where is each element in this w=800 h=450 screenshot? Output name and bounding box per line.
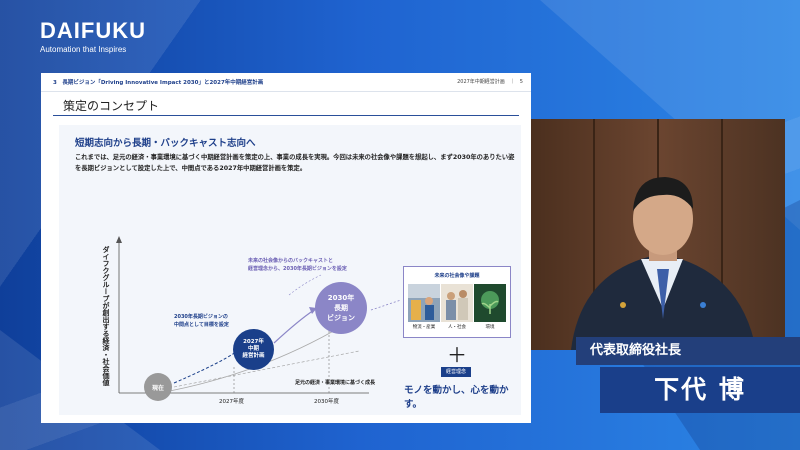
- logistics-photo-icon: [408, 284, 440, 322]
- presentation-slide: 3 長期ビジョン「Driving Innovative Impact 2030」…: [41, 73, 531, 423]
- logo-tagline: Automation that Inspires: [40, 45, 127, 54]
- caption-logistics: 物流・産業: [412, 325, 436, 330]
- note-baseline: 足元の経済・事業環境に基づく成長: [295, 380, 376, 386]
- environment-photo-icon: [474, 284, 506, 322]
- presenter-video: [531, 119, 785, 350]
- caption-environment: 環境: [485, 325, 495, 330]
- slide-title: 策定のコンセプト: [63, 99, 160, 113]
- backcast-arrow: [273, 309, 315, 344]
- future-link-line: [370, 299, 402, 311]
- presenter-name: 下代 博: [600, 367, 800, 413]
- bubble-current: 現在: [144, 373, 172, 401]
- content-panel: 短期志向から長期・バックキャスト志向へ これまでは、足元の経済・事業環境に基づく…: [59, 125, 521, 415]
- y-axis-arrow: [116, 236, 122, 243]
- x-tick-2030: 2030年度: [314, 399, 339, 405]
- slide-header: 3 長期ビジョン「Driving Innovative Impact 2030」…: [41, 73, 531, 92]
- future-society-box: 未来の社会像や課題 物流・産業 人・社会 環境: [403, 266, 511, 338]
- logo-wordmark: DAIFUKU: [40, 18, 146, 43]
- bubble-midterm-plan: 2027年 中期 経営計画: [233, 329, 274, 370]
- note-backcast: 未来の社会像からのバックキャストと 経営理念から、2030年長期ビジョンを設定: [248, 258, 347, 272]
- caption-people: 人・社会: [448, 325, 466, 330]
- philosophy-badge: 経営理念: [441, 367, 471, 377]
- x-tick-2027: 2027年度: [219, 399, 244, 405]
- presenter-role: 代表取締役社長: [576, 337, 800, 365]
- y-axis-label: ダイフクグループが創出する経済・社会価値: [102, 246, 110, 386]
- plus-sign: ＋: [447, 343, 467, 367]
- slide-breadcrumb: 3 長期ビジョン「Driving Innovative Impact 2030」…: [53, 80, 264, 86]
- company-logo: DAIFUKU Automation that Inspires: [40, 18, 146, 54]
- corporate-motto: モノを動かし、心を動かす。: [404, 385, 509, 410]
- presenter-figure: [571, 177, 756, 350]
- title-divider: [53, 115, 519, 116]
- future-box-title: 未来の社会像や課題: [434, 273, 480, 279]
- bubble-long-term-vision: 2030年 長期 ビジョン: [315, 282, 367, 334]
- people-photo-icon: [441, 284, 473, 322]
- slide-page-info: 2027年中期経営計画 ｜ 5: [457, 79, 523, 85]
- backcast-guide: [288, 274, 322, 296]
- note-midpoint: 2030年長期ビジョンの 中間点として目標を設定: [174, 314, 229, 328]
